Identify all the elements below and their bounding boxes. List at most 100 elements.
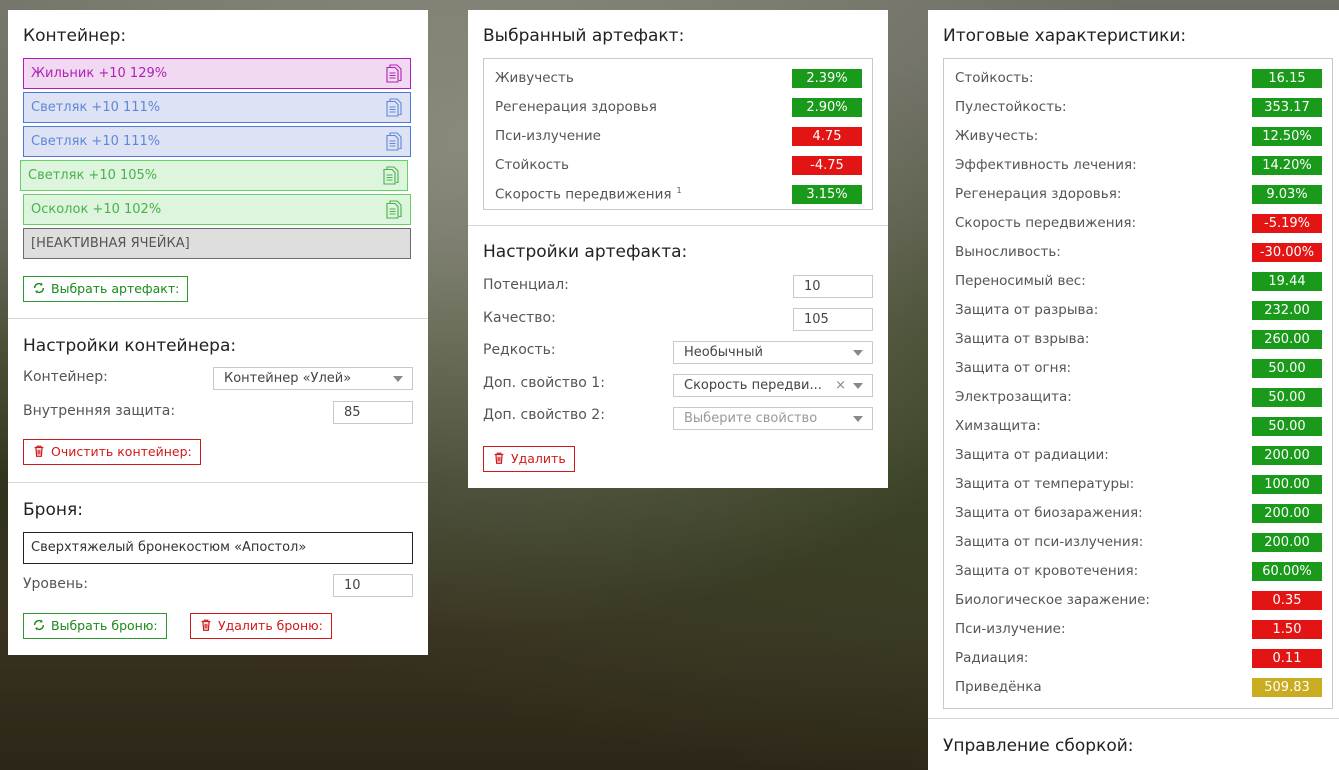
artifact-slot[interactable]: Осколок +10 102% [23, 194, 411, 225]
trash-icon [34, 445, 44, 457]
artifact-slot[interactable]: Светляк +10 111% [23, 92, 411, 123]
stat-row: Стойкость: 16.15 [944, 62, 1332, 91]
armor-name-field[interactable]: Сверхтяжелый бронекостюм «Апостол» [23, 532, 413, 564]
stat-name-text: Скорость передвижения [495, 186, 672, 203]
inner-protection-input[interactable]: 85 [333, 401, 413, 424]
stat-row: Переносимый вес: 19.44 [944, 265, 1332, 294]
extra1-select[interactable]: Скорость передви... × [673, 374, 873, 397]
stat-value: 14.20% [1252, 156, 1322, 175]
copy-icon[interactable] [386, 132, 402, 151]
rarity-value: Необычный [684, 345, 763, 360]
container-select-value: Контейнер «Улей» [224, 371, 352, 386]
delete-armor-label: Удалить броню: [218, 618, 323, 633]
divider [8, 318, 428, 319]
delete-armor-button[interactable]: Удалить броню: [190, 613, 332, 639]
stat-name: Защита от огня: [955, 360, 1071, 376]
middle-panel: Выбранный артефакт: Живучесть 2.39% Регене… [468, 10, 888, 488]
stat-name: Эффективность лечения: [955, 157, 1137, 173]
artifact-slot[interactable]: Жильник +10 129% [23, 58, 411, 89]
stat-value: 232.00 [1252, 301, 1322, 320]
stat-value: 200.00 [1252, 504, 1322, 523]
copy-icon[interactable] [386, 98, 402, 117]
stat-name-text: Защита от пси-излучения: [955, 534, 1144, 550]
inner-protection-label: Внутренняя защита: [23, 403, 176, 419]
stat-name-text: Регенерация здоровья [495, 99, 657, 115]
stat-value: 50.00 [1252, 388, 1322, 407]
stat-name: Биологическое заражение: [955, 592, 1150, 608]
stat-name: Защита от биозаражения: [955, 505, 1143, 521]
copy-icon[interactable] [386, 200, 402, 219]
artifact-slot-label: Жильник +10 129% [31, 66, 168, 81]
stat-name-text: Биологическое заражение: [955, 592, 1150, 608]
select-artifact-button[interactable]: Выбрать артефакт: [23, 276, 189, 302]
stat-row: Регенерация здоровья: 9.03% [944, 178, 1332, 207]
armor-level-input[interactable]: 10 [333, 574, 413, 597]
stat-row: Приведёнка 509.83 [944, 671, 1332, 700]
extra2-label: Доп. свойство 2: [483, 407, 605, 423]
stat-row: Регенерация здоровья 2.90% [484, 91, 872, 120]
stat-name: Пси-излучение: [955, 621, 1066, 637]
stat-name: Защита от взрыва: [955, 331, 1089, 347]
stat-name: Защита от пси-излучения: [955, 534, 1143, 550]
quality-input[interactable]: 105 [793, 308, 873, 331]
stat-name: Стойкость: [955, 70, 1034, 86]
stat-name-text: Переносимый вес: [955, 273, 1086, 289]
artifact-slot[interactable]: Светляк +10 105% [20, 160, 408, 191]
refresh-icon [33, 282, 45, 294]
stat-value: 19.44 [1252, 272, 1322, 291]
stat-row: Защита от биозаражения: 200.00 [944, 497, 1332, 526]
stat-name: Скорость передвижения 1 [495, 186, 682, 203]
extra2-select[interactable]: Выберите свойство [673, 407, 873, 430]
stat-row: Живучесть: 12.50% [944, 120, 1332, 149]
stat-value: 4.75 [792, 127, 862, 146]
totals-title: Итоговые характеристики: [943, 26, 1187, 46]
stat-name-text: Выносливость: [955, 244, 1061, 260]
delete-artifact-button[interactable]: Удалить [483, 446, 575, 472]
container-select[interactable]: Контейнер «Улей» [213, 367, 413, 390]
stat-name-text: Защита от биозаражения: [955, 505, 1143, 521]
stat-row: Выносливость: -30.00% [944, 236, 1332, 265]
potential-input[interactable]: 10 [793, 275, 873, 298]
stat-name: Защита от разрыва: [955, 302, 1098, 318]
stat-name: Выносливость: [955, 244, 1061, 260]
select-armor-button[interactable]: Выбрать броню: [23, 613, 167, 639]
stat-value: 3.15% [792, 185, 862, 204]
copy-icon[interactable] [386, 64, 402, 83]
stat-row: Защита от пси-излучения: 200.00 [944, 526, 1332, 555]
clear-container-button[interactable]: Очистить контейнер: [23, 439, 201, 465]
stat-name-text: Радиация: [955, 650, 1029, 666]
chevron-down-icon [853, 383, 863, 389]
stat-value: -4.75 [792, 156, 862, 175]
stat-name: Стойкость [495, 157, 569, 173]
stat-value: 50.00 [1252, 417, 1322, 436]
container-title: Контейнер: [23, 26, 127, 46]
extra1-label: Доп. свойство 1: [483, 375, 605, 391]
stat-footnote: 1 [676, 186, 682, 195]
rarity-select[interactable]: Необычный [673, 341, 873, 364]
potential-label: Потенциал: [483, 277, 569, 293]
artifact-slot[interactable]: [НЕАКТИВНАЯ ЯЧЕЙКА] [23, 228, 411, 259]
quality-label: Качество: [483, 310, 556, 326]
stat-name: Приведёнка [955, 679, 1042, 695]
extra1-value: Скорость передви... [684, 378, 822, 393]
right-panel: Итоговые характеристики: Стойкость: 16.15… [928, 10, 1339, 770]
rarity-label: Редкость: [483, 342, 556, 358]
stat-name-text: Электрозащита: [955, 389, 1072, 405]
copy-icon[interactable] [383, 166, 399, 185]
stat-name: Радиация: [955, 650, 1028, 666]
artifact-slot[interactable]: Светляк +10 111% [23, 126, 411, 157]
stat-name-text: Защита от разрыва: [955, 302, 1099, 318]
stat-name-text: Защита от кровотечения: [955, 563, 1139, 579]
artifact-slot-label: [НЕАКТИВНАЯ ЯЧЕЙКА] [31, 236, 190, 251]
stat-value: 100.00 [1252, 475, 1322, 494]
stat-row: Защита от температуры: 100.00 [944, 468, 1332, 497]
stat-value: 0.35 [1252, 591, 1322, 610]
stat-name: Переносимый вес: [955, 273, 1086, 289]
stat-row: Эффективность лечения: 14.20% [944, 149, 1332, 178]
clear-icon[interactable]: × [835, 375, 846, 396]
armor-title: Броня: [23, 500, 83, 520]
stat-name: Защита от температуры: [955, 476, 1134, 492]
stat-name: Живучесть [495, 70, 574, 86]
divider [8, 482, 428, 483]
stat-row: Радиация: 0.11 [944, 642, 1332, 671]
